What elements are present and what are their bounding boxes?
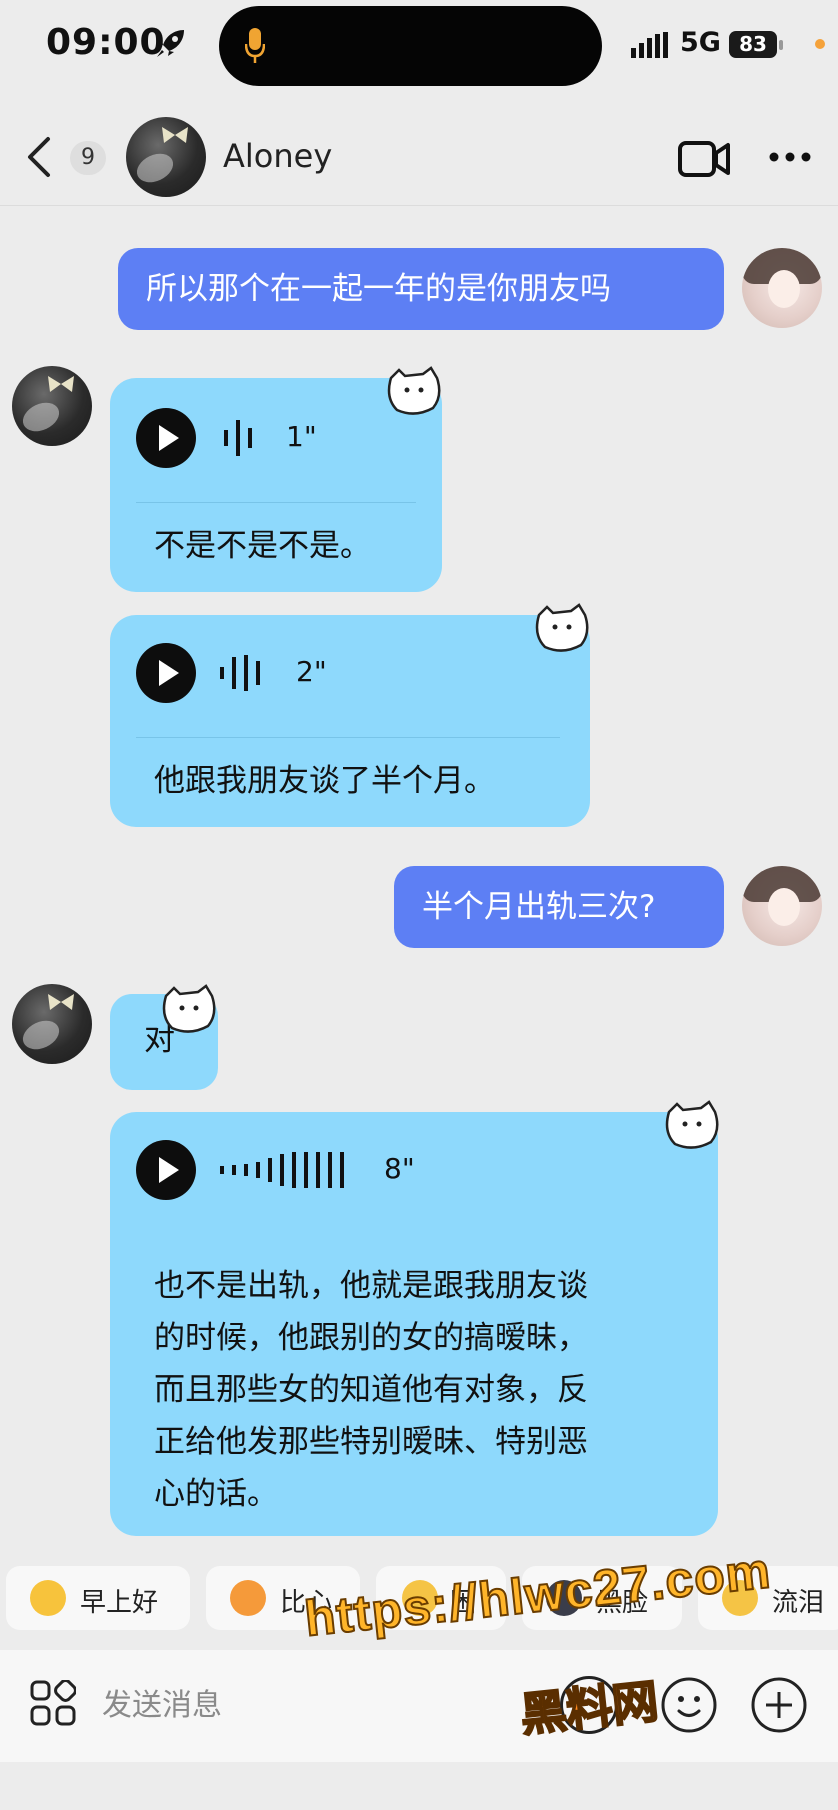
status-bar: 09:00 5G 83 <box>0 0 838 95</box>
incoming-voice-message[interactable]: 8" 也不是出轨，他就是跟我朋友谈 的时候，他跟别的女的搞暧昧， 而且那些女的知… <box>110 1112 718 1536</box>
waveform-icon <box>220 1152 344 1188</box>
heart-emoji-icon <box>230 1580 266 1616</box>
voice-transcript: 不是不是不是。 <box>154 528 371 564</box>
quick-reply-label: 流泪 <box>772 1588 825 1618</box>
sun-emoji-icon <box>30 1580 66 1616</box>
waveform-icon <box>224 420 252 456</box>
bow-decoration <box>162 127 188 143</box>
cat-sticker-icon <box>535 603 589 652</box>
more-options-icon[interactable] <box>768 151 812 163</box>
play-icon[interactable] <box>136 643 196 703</box>
contact-name[interactable]: Aloney <box>223 137 332 175</box>
battery-icon: 83 <box>729 31 777 58</box>
video-call-icon[interactable] <box>678 139 730 179</box>
watermark-url: https://hlwc27.com <box>301 1541 774 1648</box>
my-avatar[interactable] <box>742 866 822 946</box>
message-text: 所以那个在一起一年的是你朋友吗 <box>146 271 611 307</box>
microphone-icon <box>245 28 265 63</box>
waveform-icon <box>220 655 260 691</box>
message-input[interactable] <box>100 1678 524 1732</box>
bow-decoration <box>48 376 74 392</box>
contact-avatar[interactable] <box>12 366 92 446</box>
bow-decoration <box>48 994 74 1010</box>
transcript-line: 也不是出轨，他就是跟我朋友谈 <box>154 1268 588 1304</box>
chat-header: 9 Aloney <box>0 95 838 206</box>
transcript-line: 而且那些女的知道他有对象，反 <box>154 1372 588 1408</box>
voice-duration: 1" <box>286 420 317 453</box>
transcript-line: 心的话。 <box>154 1476 278 1512</box>
divider <box>136 737 560 738</box>
play-icon[interactable] <box>136 408 196 468</box>
voice-transcript: 他跟我朋友谈了半个月。 <box>154 763 495 799</box>
incoming-voice-message[interactable]: 2" 他跟我朋友谈了半个月。 <box>110 615 590 827</box>
status-time: 09:00 <box>46 22 166 63</box>
voice-player[interactable]: 2" <box>136 643 356 703</box>
cat-sticker-icon <box>387 366 441 415</box>
quick-reply-label: 早上好 <box>80 1588 159 1618</box>
contact-avatar[interactable] <box>12 984 92 1064</box>
rocket-icon <box>157 30 184 57</box>
apps-grid-icon[interactable] <box>30 1680 76 1726</box>
dynamic-island <box>219 6 602 86</box>
plus-icon[interactable] <box>750 1676 808 1734</box>
back-arrow-icon[interactable] <box>22 135 56 179</box>
network-type: 5G <box>680 27 721 58</box>
divider <box>136 502 416 503</box>
contact-avatar[interactable] <box>126 117 206 197</box>
voice-duration: 8" <box>384 1152 415 1185</box>
signal-icon <box>631 32 668 58</box>
unread-count-badge[interactable]: 9 <box>70 141 106 175</box>
emoji-icon[interactable] <box>660 1676 718 1734</box>
voice-duration: 2" <box>296 655 327 688</box>
my-avatar[interactable] <box>742 248 822 328</box>
message-text: 半个月出轨三次? <box>422 889 656 925</box>
voice-transcript: 也不是出轨，他就是跟我朋友谈 的时候，他跟别的女的搞暧昧， 而且那些女的知道他有… <box>154 1260 588 1520</box>
quick-reply-good-morning[interactable]: 早上好 <box>6 1566 190 1630</box>
transcript-line: 的时候，他跟别的女的搞暧昧， <box>154 1320 588 1356</box>
message-input-bar <box>0 1650 838 1762</box>
privacy-indicator <box>815 39 825 49</box>
voice-player[interactable]: 1" <box>136 408 336 468</box>
voice-player[interactable]: 8" <box>136 1140 436 1200</box>
cat-sticker-icon <box>665 1100 719 1149</box>
outgoing-message[interactable]: 所以那个在一起一年的是你朋友吗 <box>118 248 724 330</box>
cat-sticker-icon <box>162 984 216 1033</box>
play-icon[interactable] <box>136 1140 196 1200</box>
transcript-line: 正给他发那些特别暧昧、特别恶 <box>154 1424 588 1460</box>
outgoing-message[interactable]: 半个月出轨三次? <box>394 866 724 948</box>
battery-tip <box>779 40 783 50</box>
